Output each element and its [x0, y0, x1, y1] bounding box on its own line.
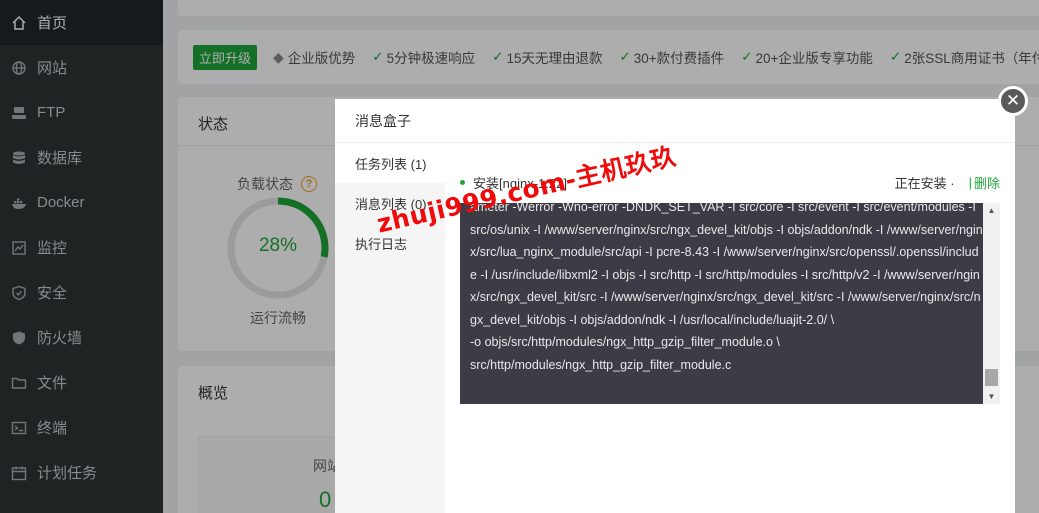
install-console[interactable]: ameter -Werror -Wno-error -DNDK_SET_VAR …	[460, 203, 1000, 404]
tab-task-list[interactable]: 任务列表 (1)	[335, 143, 445, 183]
task-separator: |	[968, 174, 972, 190]
scroll-up-arrow-icon[interactable]: ▲	[983, 203, 1000, 218]
modal-close-button[interactable]: ✕	[998, 86, 1028, 116]
console-scrollbar[interactable]: ▲ ▼	[983, 203, 1000, 404]
scroll-thumb[interactable]	[985, 369, 998, 386]
modal-title: 消息盒子	[335, 99, 1015, 143]
scroll-down-arrow-icon[interactable]: ▼	[983, 389, 1000, 404]
console-output: ameter -Werror -Wno-error -DNDK_SET_VAR …	[470, 203, 983, 372]
delete-task-link[interactable]: 删除	[974, 173, 1000, 192]
task-state: 正在安装 ·	[894, 175, 955, 191]
